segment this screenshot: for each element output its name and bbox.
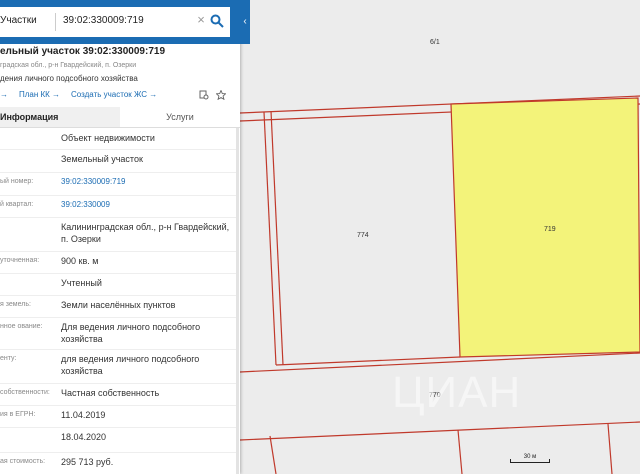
parcel-purpose: дения личного подсобного хозяйства <box>0 74 138 83</box>
search-icon[interactable] <box>210 14 224 28</box>
link-plan-kk[interactable]: План КК → <box>19 90 60 99</box>
info-row: я земель: Земли населённых пунктов <box>0 295 236 318</box>
parcel-label-top: 6/1 <box>430 39 440 46</box>
tab-services[interactable]: Услуги <box>120 107 240 127</box>
action-links: → План КК → Создать участок ЖС → <box>0 90 240 102</box>
info-row-label: собственности: <box>0 389 50 396</box>
info-row: Земельный участок <box>0 149 236 173</box>
clear-icon[interactable]: × <box>194 12 208 30</box>
scrollbar[interactable] <box>236 128 239 474</box>
tabs: Информация Услуги <box>0 107 240 128</box>
info-row: й квартал: 39:02:330009 <box>0 195 236 218</box>
info-row-value[interactable]: 39:02:330009:719 <box>61 176 231 188</box>
parcel-label-770: 770 <box>429 392 441 399</box>
link-create-zhs[interactable]: Создать участок ЖС → <box>71 90 157 99</box>
info-row-label: енту: <box>0 355 17 362</box>
info-row-label: уточненная: <box>0 257 40 264</box>
info-row-label: ая стоимость: <box>0 458 46 465</box>
info-row-value: Частная собственность <box>61 388 160 398</box>
info-row: Объект недвижимости <box>0 128 236 150</box>
info-row-value: 900 кв. м <box>61 256 99 266</box>
info-row-value: Объект недвижимости <box>61 133 155 143</box>
info-row-value: 11.04.2019 <box>61 410 106 420</box>
info-row: Учтенный <box>0 273 236 296</box>
info-row: ый номер: 39:02:330009:719 <box>0 172 236 196</box>
search-input[interactable]: 39:02:330009:719 <box>63 15 144 26</box>
info-row-value: Учтенный <box>61 278 102 288</box>
info-row-value: Земельный участок <box>61 154 143 164</box>
info-row-value: Для ведения личного подсобного хозяйства <box>61 322 201 344</box>
info-row: ия в ЕГРН: 11.04.2019 <box>0 405 236 428</box>
parcel-title: ельный участок 39:02:330009:719 <box>0 46 166 57</box>
print-icon[interactable] <box>199 90 209 100</box>
chevron-left-icon: ‹ <box>243 16 247 27</box>
info-row-value: 295 713 руб. <box>61 457 114 467</box>
scale-bar-line <box>510 459 550 463</box>
collapse-panel-button[interactable]: ‹ <box>240 0 250 44</box>
search-box: Участки 39:02:330009:719 × <box>0 7 230 37</box>
map-scale-bar: 30 м <box>510 454 550 464</box>
parcel-address: градская обл., р-н Гвардейский, п. Озерк… <box>0 62 137 69</box>
info-row-label: ый номер: <box>0 178 34 185</box>
parcel-label-774: 774 <box>357 232 369 239</box>
info-row: уточненная: 900 кв. м <box>0 251 236 274</box>
info-row: 18.04.2020 <box>0 427 236 453</box>
info-row-label: й квартал: <box>0 201 34 208</box>
search-bar: Участки 39:02:330009:719 × <box>0 0 240 44</box>
search-category-select[interactable]: Участки <box>0 15 37 26</box>
info-row: енту: для ведения личного подсобного хозя… <box>0 349 236 384</box>
info-row-label: ия в ЕГРН: <box>0 411 36 418</box>
info-row: нное ование: Для ведения личного подсобно… <box>0 317 236 350</box>
parcel-label-719: 719 <box>544 226 556 233</box>
info-row-label: я земель: <box>0 301 31 308</box>
link-first[interactable]: → <box>0 90 8 99</box>
info-row-value: для ведения личного подсобного хозяйства <box>61 354 200 376</box>
info-panel: Участки 39:02:330009:719 × ельный участо… <box>0 0 240 474</box>
info-row: собственности: Частная собственность <box>0 383 236 406</box>
info-row-value[interactable]: 39:02:330009 <box>61 199 231 211</box>
info-row-value: Земли населённых пунктов <box>61 300 176 310</box>
info-row-value: 18.04.2020 <box>61 432 107 442</box>
search-divider <box>55 13 56 31</box>
info-row: ая стоимость: 295 713 руб. <box>0 452 236 474</box>
info-row-label: нное ование: <box>0 323 43 330</box>
tab-information[interactable]: Информация <box>0 107 120 127</box>
star-icon[interactable] <box>216 90 226 100</box>
info-row-value: Калининградская обл., р-н Гвардейский, п… <box>61 222 230 244</box>
info-row: Калининградская обл., р-н Гвардейский, п… <box>0 217 236 252</box>
